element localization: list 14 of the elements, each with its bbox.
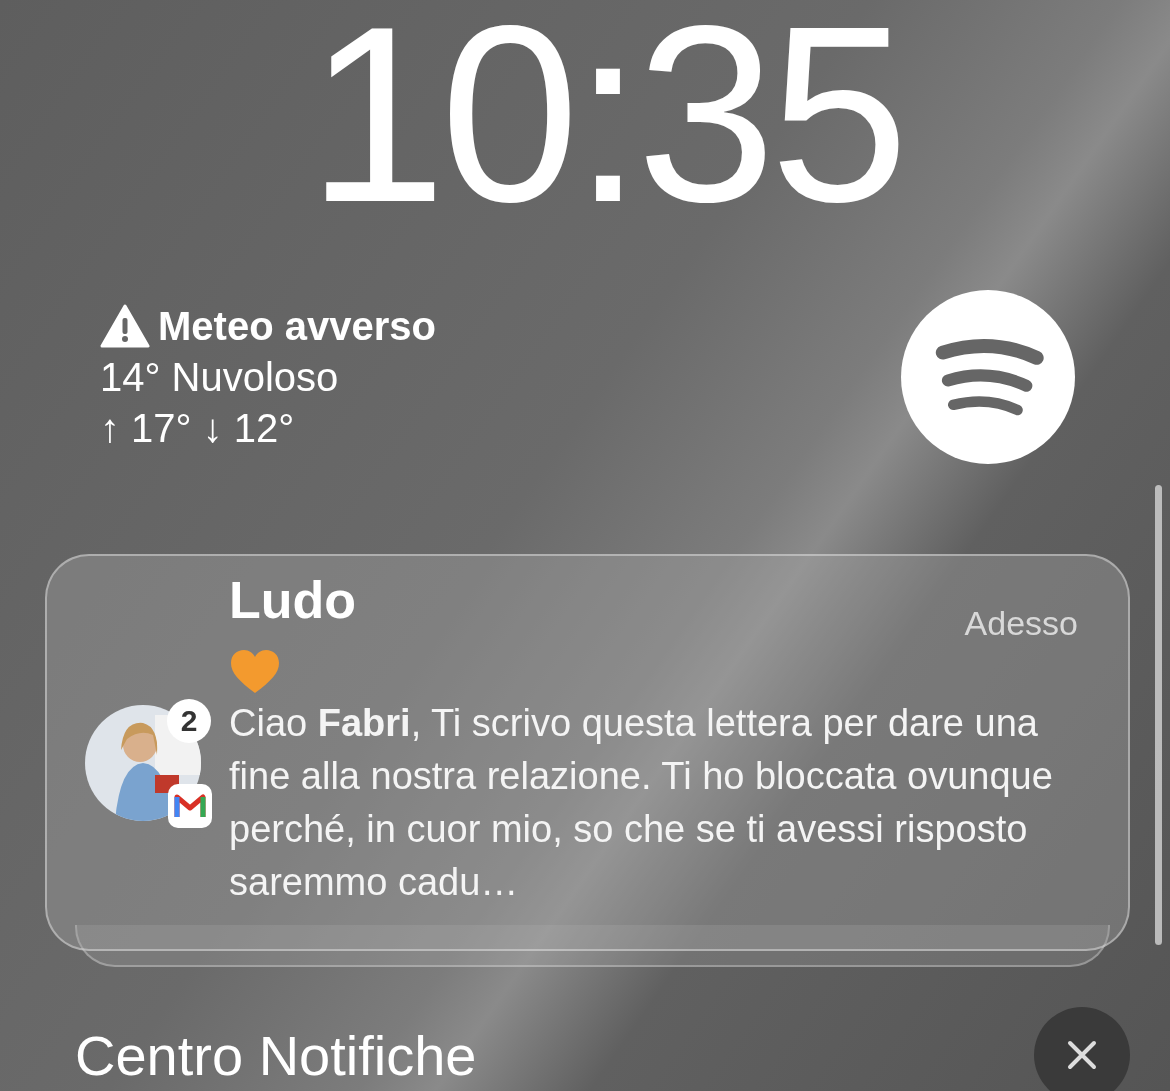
widget-logo-icon[interactable] [901, 290, 1075, 464]
lock-time: 10:35 [306, 0, 903, 240]
count-badge: 2 [167, 699, 211, 743]
sender-name: Ludo [229, 570, 357, 631]
notification-time: Adesso [964, 604, 1078, 643]
weather-condition: 14° Nuvoloso [100, 354, 340, 400]
heart-icon [229, 649, 281, 695]
notification-card[interactable]: 2 Ludo Adesso Ciao Fabri, Ti scrivo questa lettera per dare una fine alla nostra relazione. Ti ho bloccata ovunque perché, in cuor mio, so che se ti avessi risposto saremmo cadu… [45, 554, 1130, 951]
notification-center-title: Centro Notifiche [75, 1022, 477, 1088]
mail-app-icon [167, 783, 213, 829]
temperature-range: ↑ 17° ↓ 12° [100, 405, 296, 451]
warning-icon [100, 304, 150, 348]
weather-alert-title: Meteo avverso [158, 303, 436, 349]
message-preview: Ciao Fabri, Ti scrivo questa lettera per dare una fine alla nostra relazione. Ti ho bloccata ovunque perché, in cuor mio, so che se ti avessi risposto saremmo cadu… [229, 701, 1054, 905]
